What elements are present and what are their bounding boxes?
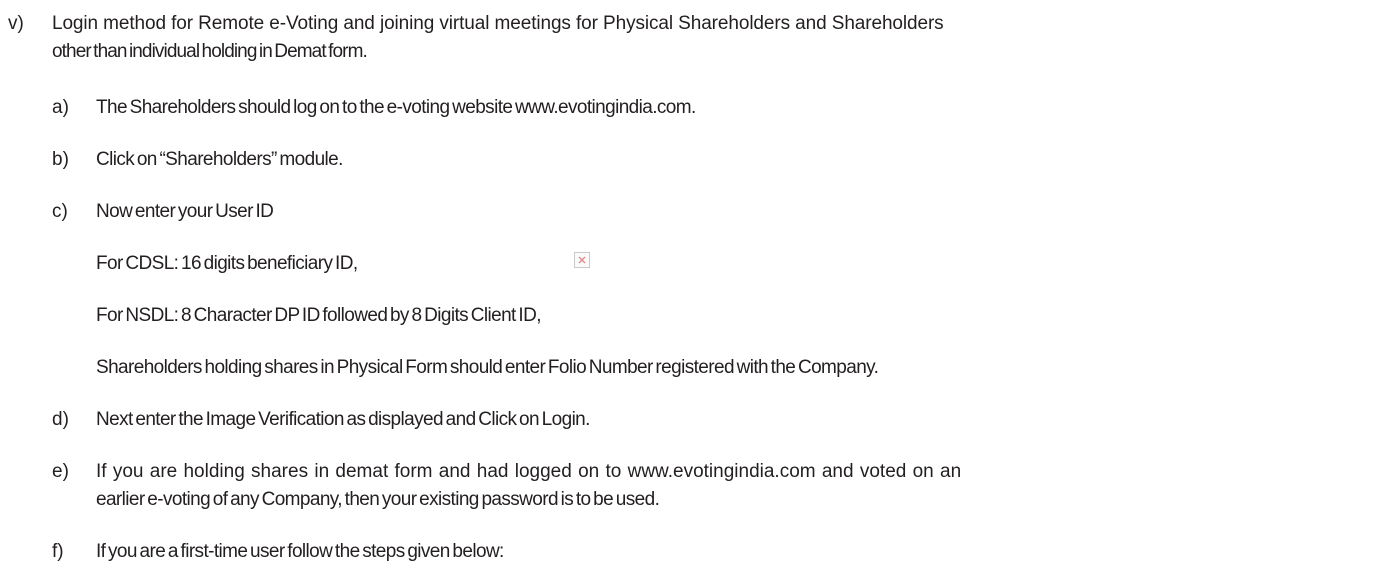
list-item-text: Now enter your User ID	[96, 201, 274, 222]
list-marker: b)	[52, 149, 69, 170]
text-line: If you are holding shares in demat form …	[96, 461, 962, 482]
detail-text: For CDSL: 16 digits beneficiary ID,	[96, 253, 358, 274]
list-marker: d)	[52, 409, 69, 430]
document-page: v) Login method for Remote e-Voting and …	[0, 0, 1392, 585]
text-line: other than individual holding in Demat f…	[52, 41, 368, 62]
list-item-text: If you are a first-time user follow the …	[96, 541, 504, 562]
list-item-v: v) Login method for Remote e-Voting and …	[8, 10, 1384, 66]
list-marker: f)	[52, 541, 64, 562]
detail-text: Shareholders holding shares in Physical …	[96, 357, 879, 378]
list-item-text: Next enter the Image Verification as dis…	[96, 409, 590, 430]
list-marker: e)	[52, 461, 69, 482]
list-item-text: The Shareholders should log on to the e-…	[96, 97, 696, 118]
text-line: Login method for Remote e-Voting and joi…	[52, 13, 944, 34]
list-item-text: If you are holding shares in demat form …	[96, 458, 1384, 514]
detail-text: For NSDL: 8 Character DP ID followed by …	[96, 305, 541, 326]
list-marker: v)	[8, 13, 24, 34]
broken-image-icon	[574, 252, 590, 268]
list-marker: c)	[52, 201, 68, 222]
list-item-text: Click on “Shareholders” module.	[96, 149, 343, 170]
text-line: earlier e-voting of any Company, then yo…	[96, 489, 660, 510]
list-item-text: Login method for Remote e-Voting and joi…	[52, 10, 1384, 66]
list-marker: a)	[52, 97, 69, 118]
